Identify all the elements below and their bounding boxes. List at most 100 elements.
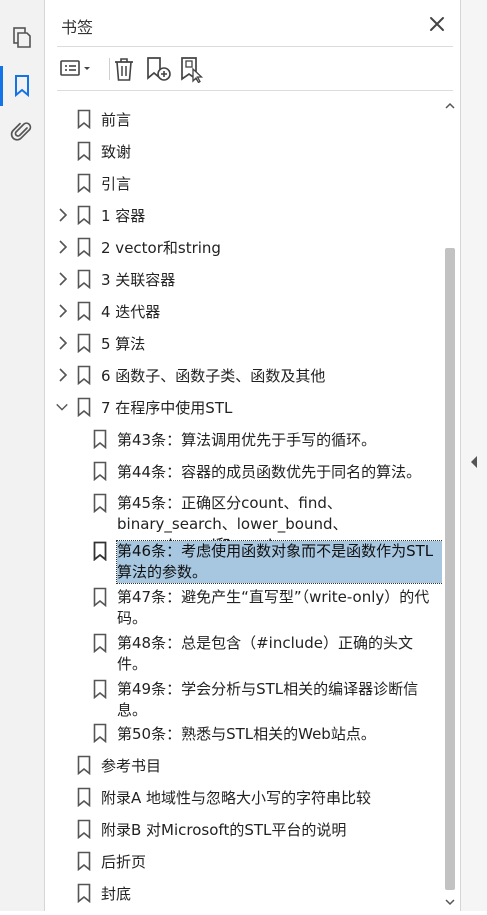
bookmark-icon: [77, 173, 91, 193]
chevron-right-icon: [59, 304, 68, 318]
bookmark-icon: [93, 493, 107, 513]
bookmark-label: 第43条：算法调用优先于手写的循环。: [117, 431, 377, 449]
bookmark-item-item46-selected[interactable]: 第46条：考虑使用函数对象而不是函数作为STL算法的参数。: [45, 540, 445, 584]
chevron-right-icon: [59, 272, 68, 286]
bookmark-icon: [77, 333, 91, 353]
bookmark-icon: [77, 109, 91, 129]
bookmark-label: 第49条：学会分析与STL相关的编译器诊断信息。: [117, 680, 419, 719]
collapse-arrow-icon[interactable]: [469, 455, 479, 469]
bookmark-item-item49[interactable]: 第49条：学会分析与STL相关的编译器诊断信息。: [45, 678, 445, 722]
bookmark-item-item50[interactable]: 第50条：熟悉与STL相关的Web站点。: [45, 722, 445, 746]
close-icon: [430, 17, 444, 31]
bookmark-icon: [93, 633, 107, 653]
bookmark-tree: 前言 致谢 引言 1 容器 2 vector和string 3 关联容器 4 迭…: [45, 96, 445, 911]
bookmark-icon: [77, 141, 91, 161]
scroll-up-button[interactable]: [442, 96, 458, 116]
bookmark-item-back-flap[interactable]: 后折页: [45, 850, 445, 874]
new-bookmark-button[interactable]: [145, 55, 173, 83]
bookmark-label: 封底: [101, 885, 132, 903]
bookmark-item-item48[interactable]: 第48条：总是包含（#include）正确的头文件。: [45, 632, 445, 676]
navigation-rail: [0, 0, 45, 911]
chevron-down-icon: [56, 403, 68, 411]
bookmark-item-preface[interactable]: 前言: [45, 108, 445, 132]
list-options-icon: [60, 60, 90, 76]
bookmark-item-introduction[interactable]: 引言: [45, 172, 445, 196]
bookmark-icon: [77, 269, 91, 289]
bookmark-icon: [77, 819, 91, 839]
tree-scrollbar[interactable]: [442, 96, 458, 911]
page-thumbnails-icon[interactable]: [10, 26, 34, 50]
bookmark-item-ch4[interactable]: 4 迭代器: [45, 300, 445, 324]
bookmark-label: 1 容器: [101, 207, 146, 225]
panel-title: 书签: [61, 18, 94, 37]
bookmark-icon: [77, 301, 91, 321]
divider: [57, 46, 453, 47]
bookmark-item-ch6[interactable]: 6 函数子、函数子类、函数及其他: [45, 364, 445, 388]
close-panel-button[interactable]: [425, 12, 449, 36]
toolbar-separator: [109, 58, 110, 80]
bookmark-label: 7 在程序中使用STL: [101, 399, 233, 417]
bookmark-item-acknowledgements[interactable]: 致谢: [45, 140, 445, 164]
bookmark-item-ch2[interactable]: 2 vector和string: [45, 236, 445, 260]
chevron-right-icon: [59, 336, 68, 350]
bookmark-label: 6 函数子、函数子类、函数及其他: [101, 367, 326, 385]
delete-bookmark-button[interactable]: [111, 55, 137, 83]
bookmark-label: 第47条：避免产生“直写型”（write-only）的代码。: [117, 588, 430, 627]
bookmark-item-item43[interactable]: 第43条：算法调用优先于手写的循环。: [45, 428, 445, 452]
bookmark-icon: [77, 883, 91, 903]
bookmark-label: 致谢: [101, 143, 132, 161]
scroll-down-button[interactable]: [442, 893, 458, 911]
bookmark-icon: [77, 365, 91, 385]
chevron-right-icon: [59, 368, 68, 382]
bookmark-icon: [93, 429, 107, 449]
bookmark-label: 4 迭代器: [101, 303, 161, 321]
bookmark-item-back-cover[interactable]: 封底: [45, 882, 445, 906]
bookmark-item-item44[interactable]: 第44条：容器的成员函数优先于同名的算法。: [45, 460, 445, 484]
bookmark-label: 第46条：考虑使用函数对象而不是函数作为STL算法的参数。: [116, 540, 444, 584]
chevron-right-icon: [59, 208, 68, 222]
bookmark-label: 附录A 地域性与忽略大小写的字符串比较: [101, 789, 372, 807]
bookmark-item-bibliography[interactable]: 参考书目: [45, 754, 445, 778]
bookmark-structure-icon: [181, 57, 204, 84]
bookmark-label: 5 算法: [101, 335, 146, 353]
bookmark-item-item47[interactable]: 第47条：避免产生“直写型”（write-only）的代码。: [45, 586, 445, 630]
bookmark-label: 前言: [101, 111, 132, 129]
new-bookmark-from-structure-button[interactable]: [179, 55, 207, 84]
bookmarks-panel: 书签 前言 致谢 引言 1 容器 2 vector和string 3 关联容器 …: [45, 0, 459, 911]
bookmark-label: 第48条：总是包含（#include）正确的头文件。: [117, 634, 414, 673]
bookmark-label: 附录B 对Microsoft的STL平台的说明: [101, 821, 347, 839]
new-bookmark-icon: [147, 57, 171, 81]
bookmark-item-appendix-b[interactable]: 附录B 对Microsoft的STL平台的说明: [45, 818, 445, 842]
bookmark-label: 2 vector和string: [101, 239, 221, 257]
chevron-right-icon: [59, 240, 68, 254]
bookmark-icon: [77, 851, 91, 871]
bookmark-icon: [77, 237, 91, 257]
trash-icon: [115, 58, 133, 81]
bookmark-icon: [93, 541, 107, 561]
bookmark-item-appendix-a[interactable]: 附录A 地域性与忽略大小写的字符串比较: [45, 786, 445, 810]
bookmark-icon: [77, 205, 91, 225]
scroll-thumb[interactable]: [445, 248, 455, 890]
bookmark-icon: [93, 461, 107, 481]
bookmark-icon: [93, 723, 107, 743]
bookmarks-toolbar: [57, 50, 453, 88]
bookmark-item-ch7[interactable]: 7 在程序中使用STL: [45, 396, 445, 420]
bookmark-label: 引言: [101, 175, 132, 193]
bookmark-label: 参考书目: [101, 757, 162, 775]
bookmark-icon: [93, 587, 107, 607]
bookmark-icon: [93, 679, 107, 699]
options-menu-button[interactable]: [59, 55, 95, 83]
bookmark-label: 第50条：熟悉与STL相关的Web站点。: [117, 725, 376, 743]
bookmark-item-ch5[interactable]: 5 算法: [45, 332, 445, 356]
bookmark-item-ch1[interactable]: 1 容器: [45, 204, 445, 228]
bookmark-item-ch3[interactable]: 3 关联容器: [45, 268, 445, 292]
attachments-icon[interactable]: [10, 120, 34, 144]
bookmark-item-item45[interactable]: 第45条：正确区分count、find、binary_search、lower_…: [45, 492, 445, 554]
bookmark-icon: [77, 787, 91, 807]
bookmarks-panel-icon[interactable]: [0, 66, 44, 106]
divider: [57, 90, 453, 91]
bookmark-label: 第44条：容器的成员函数优先于同名的算法。: [117, 463, 422, 481]
bookmark-icon: [77, 755, 91, 775]
chevron-up-icon: [445, 102, 455, 109]
bookmark-icon: [77, 397, 91, 417]
